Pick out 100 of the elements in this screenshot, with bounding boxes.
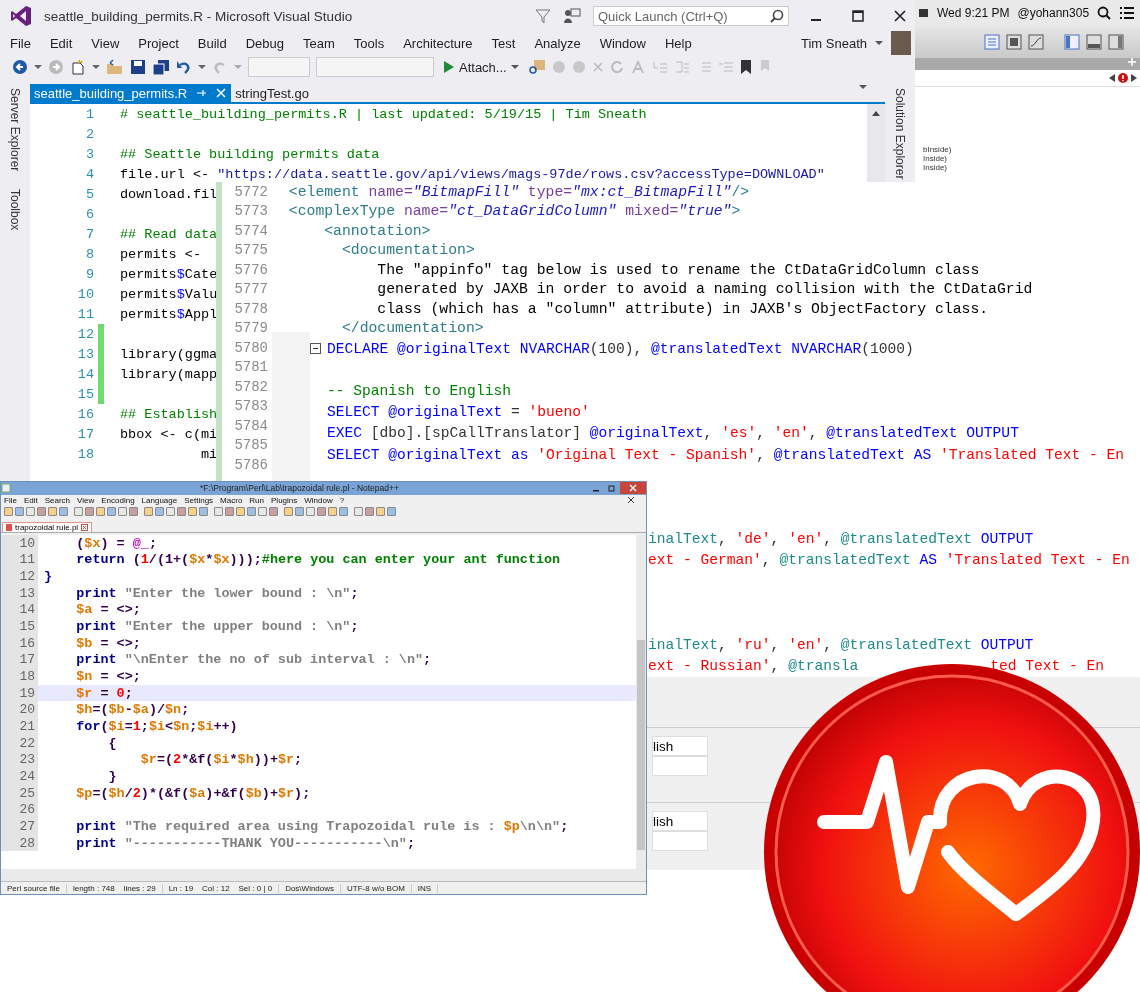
line-number: 27 — [1, 818, 38, 835]
menu-item[interactable]: Edit — [23, 495, 38, 505]
new-file-icon[interactable] — [70, 59, 86, 75]
code-line: print "The required area using Trapozoidal rule is : $p\n\n"; — [75, 818, 569, 834]
menu-item[interactable]: Debug — [245, 35, 284, 51]
caret-icon[interactable] — [510, 64, 519, 70]
save-icon[interactable] — [130, 59, 146, 75]
document-tab[interactable]: stringTest.go — [231, 84, 313, 102]
window-title: *F:\Program\Perl\Lab\trapozoidal rule.pl - Notepad++ — [199, 483, 400, 494]
menu-item[interactable]: Window — [304, 495, 333, 505]
line-number: 5778 — [233, 300, 269, 317]
code-line: inalText, 'ru', 'en', @translatedText OUTPUT — [648, 637, 1034, 654]
menu-item[interactable]: Team — [303, 35, 335, 51]
menu-item[interactable]: Test — [491, 35, 516, 51]
menu-item[interactable]: Search — [44, 495, 71, 505]
open-folder-icon[interactable] — [106, 59, 124, 75]
attach-button[interactable]: Attach... — [440, 59, 522, 75]
feedback-icon[interactable] — [563, 8, 581, 24]
line-number: 24 — [1, 768, 38, 785]
code-line: $p=($h/2)*(&f($a)+&f($b)+$r); — [75, 785, 311, 801]
dropdown-field[interactable] — [248, 57, 310, 77]
menu-item[interactable]: Encoding — [101, 495, 135, 505]
refresh-icon[interactable] — [609, 60, 624, 74]
font-size-icon[interactable] — [629, 60, 646, 74]
side-tab[interactable]: Solution Explorer — [893, 84, 907, 184]
code-line: $r=(2*&f($i*$h))+$r; — [139, 752, 303, 768]
previous-icon[interactable] — [1108, 73, 1116, 83]
side-tab[interactable]: Toolbox — [8, 185, 22, 235]
close-button[interactable] — [620, 482, 646, 495]
user-name[interactable]: @yohann305 — [1017, 6, 1090, 20]
list-view-icon[interactable] — [984, 34, 1000, 50]
line-number: 6 — [84, 206, 94, 222]
search-icon[interactable] — [770, 9, 784, 23]
code-line: EXEC [dbo].[spCallTranslator] @originalText, 'es', 'en', @translatedText OUTPUT — [327, 425, 1019, 442]
menu-item[interactable]: Architecture — [403, 35, 473, 51]
menu-item[interactable]: Build — [197, 35, 227, 51]
right-panel-icon[interactable] — [1108, 34, 1124, 50]
bookmark-icon[interactable] — [739, 59, 752, 75]
caret-icon[interactable] — [198, 64, 206, 70]
line-number: 5786 — [233, 456, 269, 473]
list-icon[interactable] — [1119, 6, 1136, 20]
menu-item[interactable]: ? — [339, 495, 345, 505]
document-tab[interactable]: trapozoidal rule.pl — [2, 521, 93, 532]
caret-icon[interactable] — [859, 84, 867, 90]
library-icon[interactable] — [1006, 34, 1022, 50]
error-icon[interactable] — [1118, 73, 1128, 83]
find-icon[interactable] — [527, 59, 546, 75]
undo-icon[interactable] — [176, 59, 192, 75]
menu-item[interactable]: Language — [141, 495, 178, 505]
search-icon[interactable] — [1097, 6, 1112, 20]
caret-icon[interactable] — [92, 64, 100, 70]
result-cell — [652, 756, 708, 776]
code-line: ## Establish — [120, 406, 218, 422]
side-tab[interactable]: Server Explorer — [8, 84, 22, 176]
code-line: print "\nEnter the no of sub interval : \n"; — [75, 652, 432, 668]
menu-item[interactable]: Settings — [184, 495, 214, 505]
code-line: print "Enter the upper bound : \n"; — [75, 619, 359, 634]
menu-item[interactable]: Edit — [49, 35, 73, 51]
line-number: 1 — [84, 106, 94, 122]
caret-icon[interactable] — [875, 40, 883, 46]
menu-item[interactable]: File — [4, 495, 17, 505]
menu-item[interactable]: Tools — [353, 35, 385, 51]
filter-icon[interactable] — [535, 8, 551, 24]
next-icon[interactable] — [1130, 73, 1138, 83]
chart-icon[interactable] — [1028, 34, 1044, 50]
bottom-panel-icon[interactable] — [1086, 34, 1102, 50]
save-all-icon[interactable] — [152, 59, 170, 75]
menu-item[interactable]: View — [91, 35, 120, 51]
line-number: 18 — [76, 446, 94, 462]
forward-icon[interactable] — [48, 59, 64, 75]
back-icon[interactable] — [12, 59, 28, 75]
code-line: return (1/(1+($x*$x)));#here you can enter your ant function — [75, 552, 561, 568]
result-cell: lish — [652, 811, 708, 831]
quick-launch-field[interactable]: Quick Launch (Ctrl+Q) — [593, 6, 789, 26]
line-number: 5775 — [233, 242, 269, 259]
menu-item[interactable]: Help — [664, 35, 692, 51]
close-icon[interactable] — [627, 496, 635, 505]
user-name[interactable]: Tim Sneath — [801, 35, 867, 51]
menu-item[interactable]: View — [77, 495, 95, 505]
left-panel-icon[interactable] — [1064, 34, 1080, 50]
scrollbar-thumb[interactable] — [637, 639, 645, 850]
restore-icon[interactable] — [608, 484, 616, 493]
horizontal-scrollbar[interactable] — [1, 869, 646, 882]
menu-item[interactable]: Analyze — [534, 35, 581, 51]
menu-item[interactable]: Macro — [220, 495, 243, 505]
menu-item[interactable]: Project — [138, 35, 179, 51]
dropdown-field[interactable] — [316, 57, 434, 77]
menu-item[interactable]: Plugins — [271, 495, 298, 505]
window-icon[interactable] — [919, 7, 929, 19]
add-icon[interactable] — [1128, 58, 1136, 66]
collapse-icon[interactable] — [310, 343, 321, 355]
code-fragment: bInside) — [923, 145, 953, 154]
line-number: 2 — [84, 126, 94, 142]
document-tab[interactable]: seattle_building_permits.R — [30, 84, 232, 102]
menu-item[interactable]: Window — [599, 35, 646, 51]
caret-icon[interactable] — [34, 64, 42, 70]
code-line: <documentation> — [340, 242, 475, 259]
line-number: 18 — [1, 668, 38, 685]
menu-item[interactable]: File — [10, 35, 31, 51]
menu-item[interactable]: Run — [249, 495, 265, 505]
